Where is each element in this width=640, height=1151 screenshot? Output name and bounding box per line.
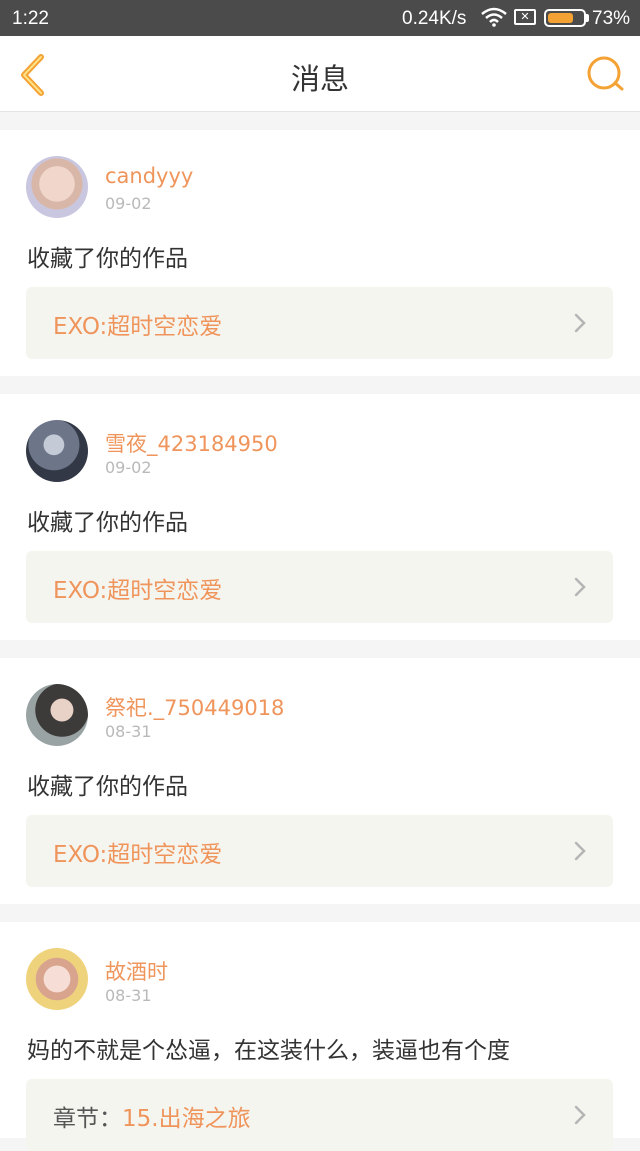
network-speed: 0.24K/s — [402, 8, 467, 29]
work-link-label: EXO:超时空恋爱 — [53, 578, 223, 604]
chevron-right-icon — [574, 313, 586, 333]
avatar[interactable] — [26, 684, 88, 746]
status-time: 1:22 — [12, 8, 49, 29]
message-date: 08-31 — [105, 722, 152, 741]
page-title: 消息 — [290, 62, 349, 96]
message-date: 08-31 — [105, 986, 152, 1005]
message-text: 收藏了你的作品 — [27, 510, 188, 536]
work-link[interactable]: EXO:超时空恋爱 — [26, 287, 613, 359]
message-text: 收藏了你的作品 — [27, 774, 188, 800]
username[interactable]: 祭祀._750449018 — [105, 692, 284, 722]
work-link[interactable]: EXO:超时空恋爱 — [26, 551, 613, 623]
search-icon[interactable] — [584, 54, 626, 94]
chevron-right-icon — [574, 841, 586, 861]
username[interactable]: 故酒时 — [105, 956, 168, 986]
battery-icon — [544, 9, 586, 27]
avatar[interactable] — [26, 156, 88, 218]
wifi-icon — [481, 7, 507, 27]
message-card: 雪夜_423184950 09-02 收藏了你的作品 EXO:超时空恋爱 — [0, 394, 640, 640]
no-sim-icon: ✕ — [514, 9, 536, 25]
message-text: 收藏了你的作品 — [27, 246, 188, 272]
nav-bar: 消息 — [0, 36, 640, 112]
chevron-right-icon — [574, 1105, 586, 1125]
message-date: 09-02 — [105, 458, 152, 477]
message-card: 祭祀._750449018 08-31 收藏了你的作品 EXO:超时空恋爱 — [0, 658, 640, 904]
work-link-label: EXO:超时空恋爱 — [53, 842, 223, 868]
work-link-label: 章节：15.出海之旅 — [53, 1106, 251, 1132]
work-link[interactable]: EXO:超时空恋爱 — [26, 815, 613, 887]
work-link[interactable]: 章节：15.出海之旅 — [26, 1079, 613, 1151]
status-bar: 1:22 0.24K/s ✕ 73% — [0, 0, 640, 36]
message-text: 妈的不就是个怂逼，在这装什么，装逼也有个度 — [27, 1038, 510, 1064]
message-card: candyyy 09-02 收藏了你的作品 EXO:超时空恋爱 — [0, 130, 640, 376]
chevron-right-icon — [574, 577, 586, 597]
work-link-label: EXO:超时空恋爱 — [53, 314, 223, 340]
username[interactable]: 雪夜_423184950 — [105, 428, 278, 458]
message-card: 故酒时 08-31 妈的不就是个怂逼，在这装什么，装逼也有个度 章节：15.出海… — [0, 922, 640, 1151]
message-date: 09-02 — [105, 194, 152, 213]
battery-tip — [586, 14, 589, 22]
battery-percent: 73% — [592, 8, 631, 29]
avatar[interactable] — [26, 948, 88, 1010]
avatar[interactable] — [26, 420, 88, 482]
username[interactable]: candyyy — [105, 164, 193, 188]
